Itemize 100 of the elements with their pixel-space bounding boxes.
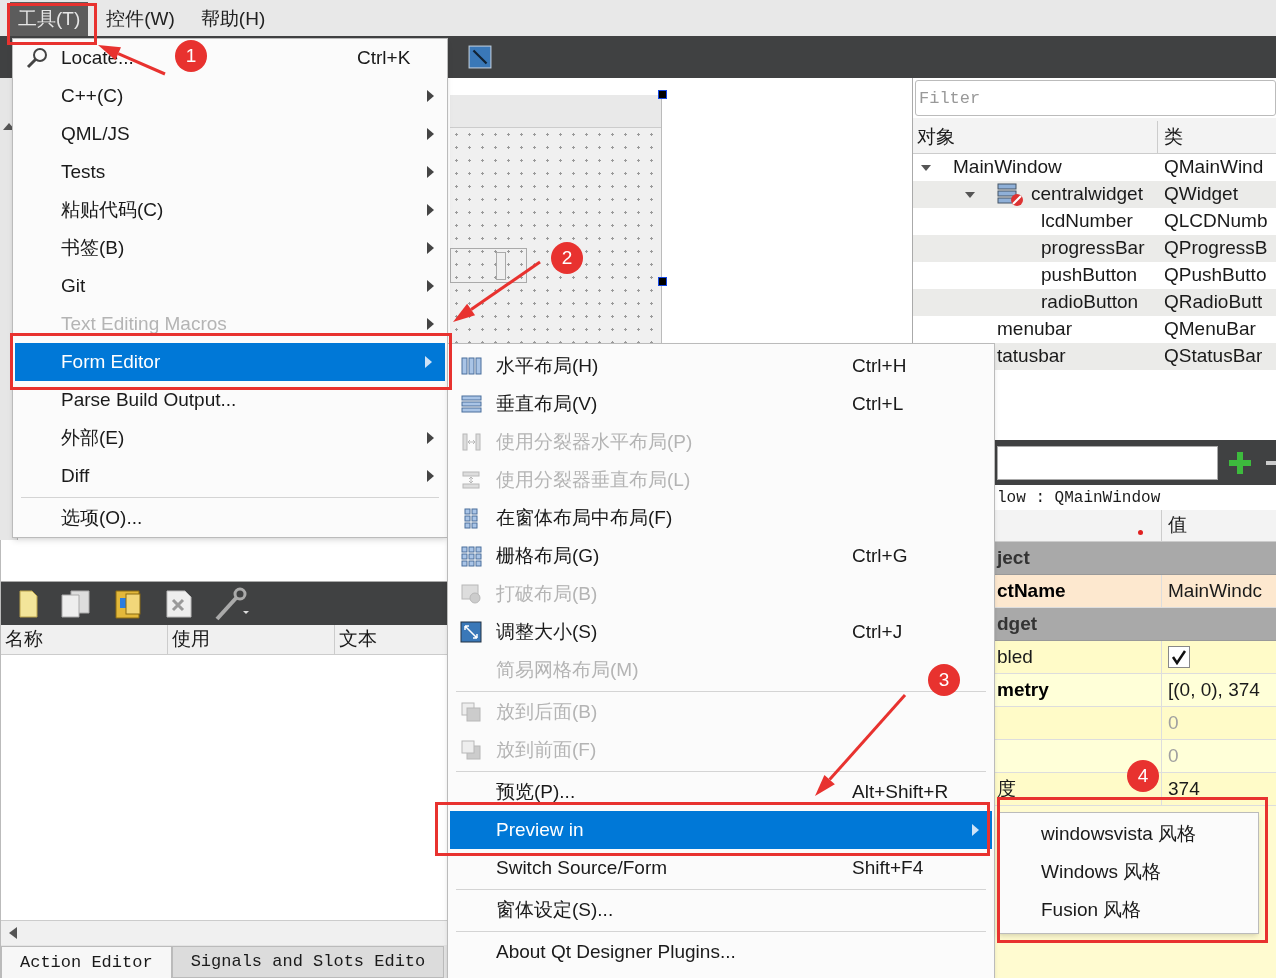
menu-item[interactable]: Parse Build Output... xyxy=(61,385,237,415)
class-name: QRadioButt xyxy=(1163,290,1263,315)
menu-item[interactable]: Preview in xyxy=(450,811,992,849)
object-name[interactable]: progressBar xyxy=(1041,234,1145,263)
column-header[interactable]: 值 xyxy=(1162,510,1193,541)
class-name: QLCDNumb xyxy=(1163,209,1268,234)
shortcut-label: Ctrl+J xyxy=(852,620,903,642)
menu-item[interactable]: Diff xyxy=(61,461,447,491)
splitter-icon xyxy=(460,431,482,453)
filter-field[interactable]: Filter xyxy=(915,80,1276,116)
search-icon xyxy=(25,46,49,70)
column-header[interactable]: 对象 xyxy=(913,121,1158,153)
submenu-arrow-icon xyxy=(427,128,434,140)
property-filter-field[interactable] xyxy=(997,445,1218,480)
menu-title[interactable]: 帮助(H) xyxy=(192,2,274,36)
menu-title[interactable]: 控件(W) xyxy=(98,2,183,36)
columns-icon xyxy=(460,355,482,377)
class-name: QWidget xyxy=(1163,182,1238,207)
property-group[interactable]: ject xyxy=(997,543,1030,573)
expanded-arrow-icon[interactable] xyxy=(921,162,931,173)
object-name[interactable]: lcdNumber xyxy=(1041,207,1133,236)
rows-icon xyxy=(460,393,482,415)
expanded-arrow-icon[interactable] xyxy=(965,189,975,200)
submenu-arrow-icon xyxy=(427,470,434,482)
object-name[interactable]: centralwidget xyxy=(1031,180,1143,209)
shortcut-label: Ctrl+H xyxy=(852,354,907,376)
menu-item[interactable]: Windows 风格 xyxy=(1041,857,1162,887)
submenu-arrow-icon xyxy=(972,824,979,836)
submenu-arrow-icon xyxy=(427,90,434,102)
menu-item[interactable]: 预览(P)... xyxy=(496,777,576,807)
class-name: QPushButto xyxy=(1163,263,1267,288)
property-name: 度 xyxy=(997,776,1016,801)
property-value[interactable]: 374 xyxy=(1168,774,1200,804)
column-header[interactable]: 使用 xyxy=(168,625,335,654)
wrench-icon[interactable] xyxy=(213,586,251,621)
shortcut-label: Ctrl+G xyxy=(852,544,908,566)
tab[interactable]: Signals and Slots Edito xyxy=(171,946,445,978)
object-name[interactable]: tatusbar xyxy=(997,342,1066,371)
widget-icon xyxy=(997,181,1025,208)
menu-item[interactable]: 选项(O)... xyxy=(61,503,143,533)
delete-icon[interactable] xyxy=(165,588,193,619)
menu-item[interactable]: windowsvista 风格 xyxy=(1041,819,1197,849)
shortcut-label: Ctrl+L xyxy=(852,392,904,414)
column-header[interactable]: 类 xyxy=(1158,121,1189,153)
menu-item[interactable]: 在窗体布局中布局(F) xyxy=(496,503,673,533)
submenu-arrow-icon xyxy=(427,204,434,216)
shortcut-label: Ctrl+K xyxy=(357,46,411,68)
menu-item[interactable]: 书签(B) xyxy=(61,233,447,263)
object-name[interactable]: menubar xyxy=(997,315,1072,344)
menu-item[interactable]: Switch Source/Form xyxy=(496,853,668,883)
submenu-arrow-icon xyxy=(427,242,434,254)
layers-icon xyxy=(460,739,482,761)
resize-icon xyxy=(460,621,482,643)
property-name: bled xyxy=(997,644,1033,669)
object-name[interactable]: pushButton xyxy=(1041,261,1138,290)
progress-widget[interactable] xyxy=(450,248,527,283)
property-value[interactable]: [(0, 0), 374 xyxy=(1168,675,1260,705)
menu-item[interactable]: 水平布局(H) xyxy=(496,351,599,381)
menu-item[interactable]: Tests xyxy=(61,157,447,187)
checkbox[interactable] xyxy=(1168,646,1190,668)
class-name: QProgressB xyxy=(1163,236,1268,261)
selection-handle[interactable] xyxy=(658,90,667,99)
submenu-arrow-icon xyxy=(427,166,434,178)
object-caption: low : QMainWindow xyxy=(997,487,1161,509)
property-group[interactable]: dget xyxy=(997,609,1038,639)
scroll-left-icon[interactable] xyxy=(9,927,17,939)
menu-item[interactable]: Fusion 风格 xyxy=(1041,895,1142,925)
object-name[interactable]: MainWindow xyxy=(953,153,1062,182)
menu-item[interactable]: C++(C) xyxy=(61,81,447,111)
submenu-arrow-icon xyxy=(427,318,434,330)
layers-icon xyxy=(460,701,482,723)
object-name[interactable]: radioButton xyxy=(1041,288,1139,317)
menu-item[interactable]: Form Editor xyxy=(15,343,445,381)
menu-item[interactable]: 窗体设定(S)... xyxy=(496,895,614,925)
menu-item[interactable]: 栅格布局(G) xyxy=(496,541,600,571)
resize-icon[interactable] xyxy=(468,45,492,69)
menu-item[interactable]: 垂直布局(V) xyxy=(496,389,598,419)
tab[interactable]: Action Editor xyxy=(1,946,172,978)
submenu-arrow-icon xyxy=(425,356,432,368)
column-header[interactable]: 名称 xyxy=(1,625,168,654)
property-name: metry xyxy=(997,677,1049,702)
copy-icon[interactable] xyxy=(59,588,93,619)
property-name: ctName xyxy=(997,578,1066,603)
menu-item[interactable]: QML/JS xyxy=(61,119,447,149)
new-file-icon[interactable] xyxy=(17,588,39,619)
splitter-icon xyxy=(460,469,482,491)
submenu-arrow-icon xyxy=(427,432,434,444)
submenu-arrow-icon xyxy=(427,280,434,292)
shortcut-label: Alt+Shift+R xyxy=(852,780,949,802)
menu-title[interactable]: 工具(T) xyxy=(10,2,89,36)
check-icon xyxy=(1171,649,1187,665)
selection-handle[interactable] xyxy=(658,277,667,286)
class-name: QMenuBar xyxy=(1163,317,1256,342)
class-name: QMainWind xyxy=(1163,155,1264,180)
menu-item[interactable]: Git xyxy=(61,271,447,301)
menu-item[interactable]: 粘贴代码(C) xyxy=(61,195,447,225)
menu-item[interactable]: About Qt Designer Plugins... xyxy=(496,937,736,967)
menu-item[interactable]: 外部(E) xyxy=(61,423,447,453)
property-value[interactable]: MainWindc xyxy=(1168,576,1262,606)
class-name: QStatusBar xyxy=(1163,344,1263,369)
